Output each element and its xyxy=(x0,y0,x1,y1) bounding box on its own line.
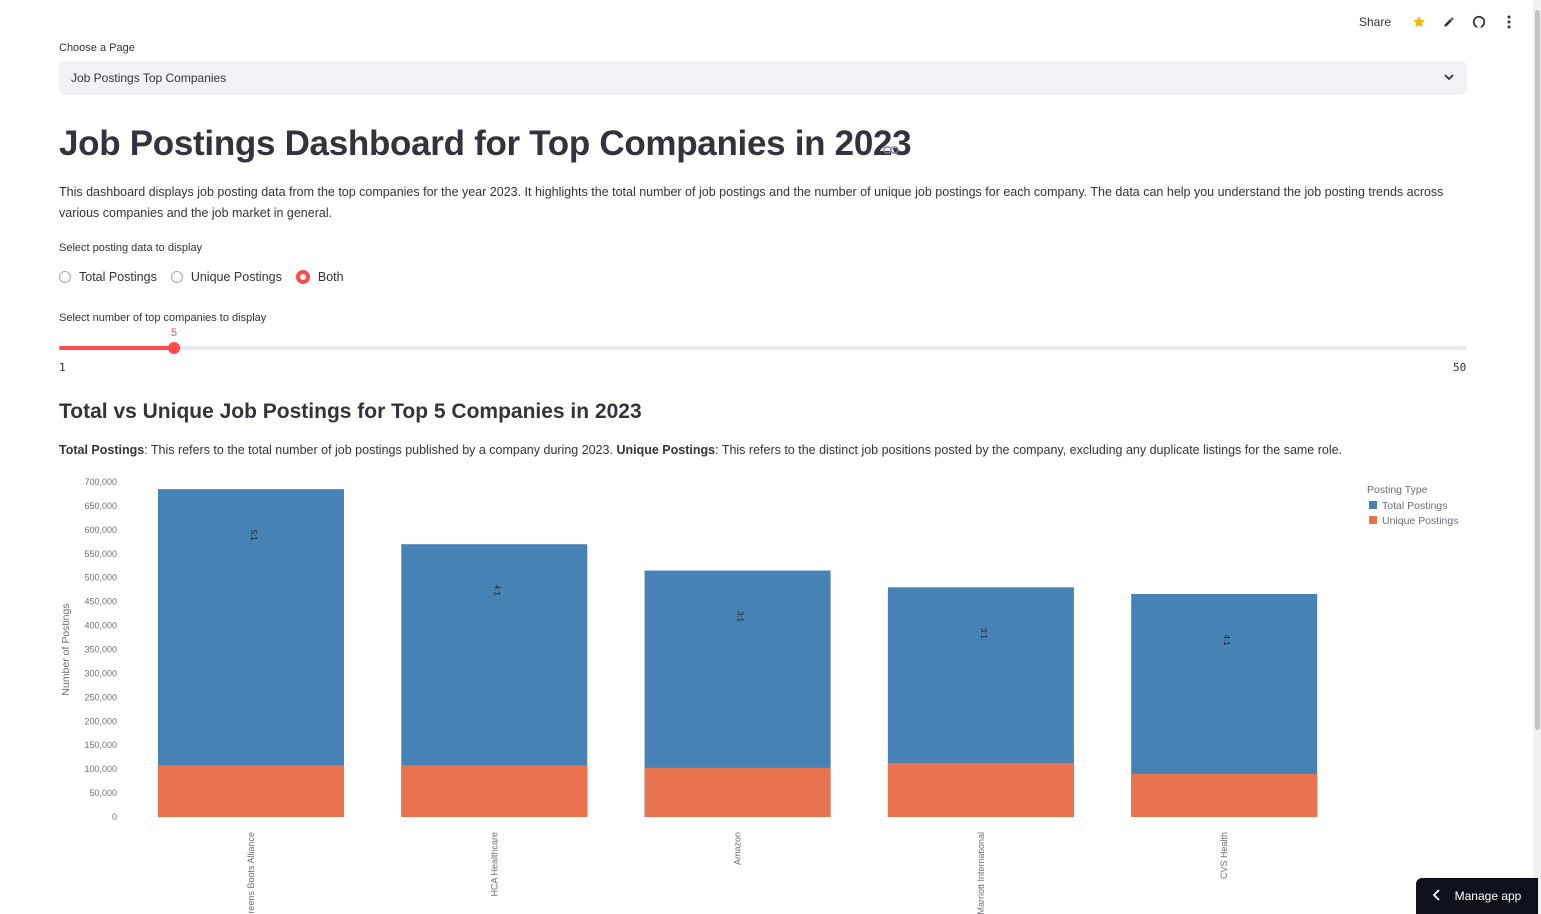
x-category-label: HCA Healthcare xyxy=(489,832,499,897)
radio-label: Both xyxy=(317,270,344,284)
radio-selected-icon[interactable] xyxy=(295,270,310,284)
radio-circle-icon[interactable] xyxy=(59,271,71,283)
slider-value: 5 xyxy=(170,327,177,339)
manage-app-button[interactable]: Manage app xyxy=(1416,878,1538,914)
y-tick-label: 550,000 xyxy=(84,549,117,559)
term-total-postings: Total Postings xyxy=(59,443,145,457)
bar-ratio-label: 4:1 xyxy=(492,585,501,597)
y-tick-label: 200,000 xyxy=(84,716,117,726)
bar-unique-postings xyxy=(401,765,588,817)
y-tick-label: 150,000 xyxy=(84,740,117,750)
bar-ratio-label: 5:1 xyxy=(249,530,258,542)
company-count-slider[interactable] xyxy=(59,342,1467,354)
more-menu-icon[interactable] xyxy=(1501,14,1517,30)
slider-min-label: 1 xyxy=(59,361,66,374)
definition-total: : This refers to the total number of job… xyxy=(144,443,617,457)
postings-bar-chart[interactable]: 0 50,000 100,000 150,000 200,000 250,000 300,0… xyxy=(0,470,1530,914)
slider-fill xyxy=(59,346,174,350)
x-category-label: Walgreens Boots Alliance xyxy=(246,832,256,914)
page-scrollbar[interactable] xyxy=(1533,0,1541,914)
y-tick-label: 300,000 xyxy=(84,668,117,678)
y-tick-label: 0 xyxy=(112,812,117,822)
slider-label: Select number of top companies to displa… xyxy=(59,312,267,324)
slider-handle[interactable] xyxy=(167,342,180,354)
y-axis-title: Number of Postings xyxy=(60,603,72,695)
page-description: This dashboard displays job posting data… xyxy=(59,185,1444,220)
page-select[interactable]: Job Postings Top Companies xyxy=(59,61,1467,95)
y-tick-label: 250,000 xyxy=(84,692,117,702)
chevron-down-icon xyxy=(1443,71,1455,86)
edit-icon[interactable] xyxy=(1441,14,1457,30)
x-category-label: CVS Health xyxy=(1219,832,1229,879)
chart-section-heading: Total vs Unique Job Postings for Top 5 C… xyxy=(59,400,642,423)
postings-definition: Total Postings: This refers to the total… xyxy=(59,443,1342,457)
github-icon[interactable] xyxy=(1471,14,1487,30)
bar-unique-postings xyxy=(644,767,831,817)
legend-item: Total Postings xyxy=(1382,500,1447,512)
y-tick-label: 50,000 xyxy=(89,788,117,798)
bar-unique-postings xyxy=(158,765,344,817)
manage-app-label: Manage app xyxy=(1454,889,1522,903)
radio-unique-postings[interactable]: Unique Postings xyxy=(170,270,282,284)
bar-ratio-label: 3:1 xyxy=(979,628,988,640)
y-tick-label: 350,000 xyxy=(84,645,117,655)
page-select-label: Choose a Page xyxy=(59,42,135,54)
y-tick-label: 500,000 xyxy=(84,573,117,583)
radio-label: Total Postings xyxy=(79,270,157,284)
y-tick-label: 450,000 xyxy=(84,597,117,607)
radio-circle-icon[interactable] xyxy=(170,271,183,283)
radio-group-label: Select posting data to display xyxy=(59,242,203,254)
y-tick-label: 400,000 xyxy=(84,621,117,631)
legend-swatch xyxy=(1369,501,1377,509)
legend-title: Posting Type xyxy=(1367,484,1428,496)
star-icon[interactable] xyxy=(1411,14,1427,30)
chevron-left-icon xyxy=(1432,888,1441,904)
page-select-value: Job Postings Top Companies xyxy=(71,71,227,85)
scrollbar-thumb[interactable] xyxy=(1535,10,1540,730)
x-category-label: Marriott International xyxy=(976,832,986,914)
radio-label: Unique Postings xyxy=(190,270,282,284)
bar-unique-postings xyxy=(1131,773,1318,817)
y-tick-label: 600,000 xyxy=(84,525,117,535)
posting-type-radio-group: Total Postings Unique Postings Both xyxy=(59,270,358,284)
radio-both[interactable]: Both xyxy=(295,270,344,284)
term-unique-postings: Unique Postings xyxy=(616,443,716,457)
bar-unique-postings xyxy=(887,762,1074,817)
bar-ratio-label: 4:1 xyxy=(1222,634,1231,646)
top-toolbar: Share xyxy=(1359,14,1517,30)
y-tick-label: 650,000 xyxy=(84,501,117,511)
radio-total-postings[interactable]: Total Postings xyxy=(59,270,157,284)
x-category-label: Amazon xyxy=(733,832,743,865)
slider-max-label: 50 xyxy=(1453,361,1467,374)
link-icon[interactable] xyxy=(883,143,899,162)
y-tick-label: 700,000 xyxy=(84,477,117,487)
bar-ratio-label: 3:1 xyxy=(736,611,745,623)
page-title: Job Postings Dashboard for Top Companies… xyxy=(59,124,912,163)
share-button[interactable]: Share xyxy=(1359,15,1391,29)
definition-unique: : This refers to the distinct job positi… xyxy=(715,443,1343,457)
legend-item: Unique Postings xyxy=(1382,515,1458,527)
legend-swatch xyxy=(1369,516,1377,524)
y-tick-label: 100,000 xyxy=(84,764,117,774)
